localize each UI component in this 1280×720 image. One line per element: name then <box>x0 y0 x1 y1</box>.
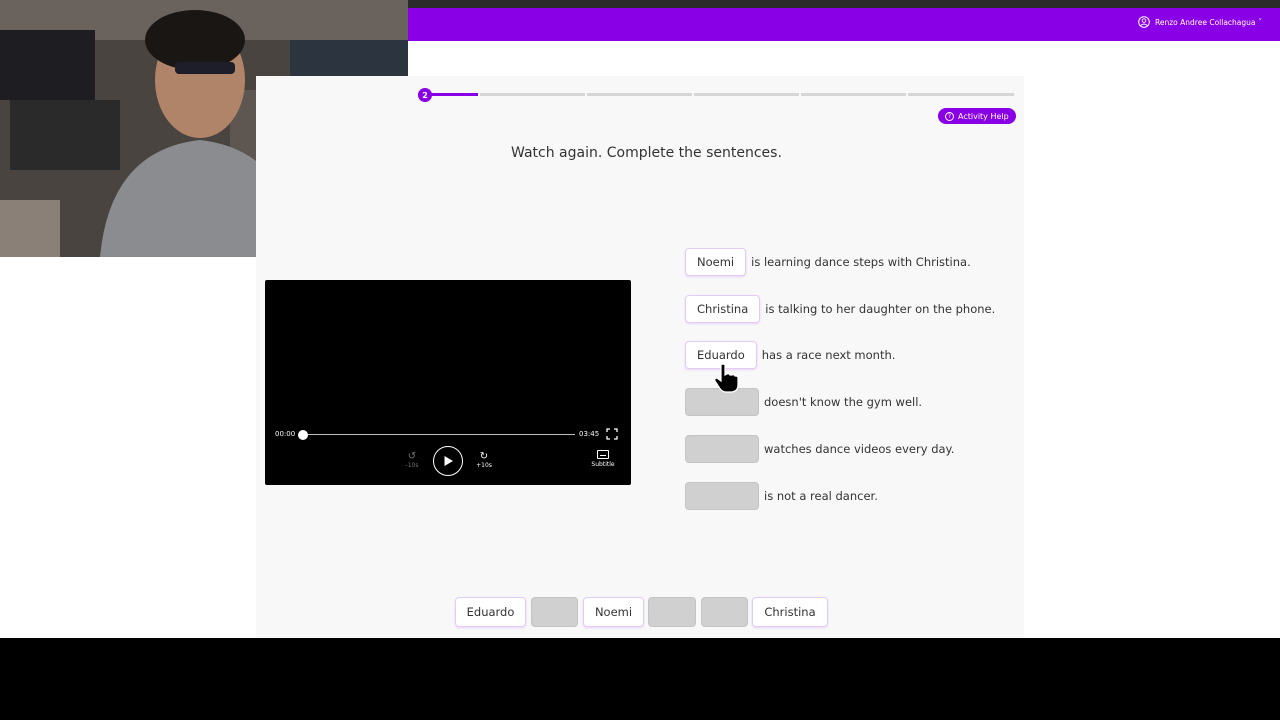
answer-drop-slot[interactable] <box>685 482 759 510</box>
subtitle-icon <box>597 450 609 459</box>
activity-help-button[interactable]: ? Activity Help <box>938 108 1016 124</box>
user-name: Renzo Andree Collachagua <box>1155 17 1256 27</box>
play-button[interactable] <box>433 446 463 476</box>
sentence-text: is talking to her daughter on the phone. <box>765 302 996 316</box>
progress-segment <box>587 93 692 96</box>
sentence-text: has a race next month. <box>761 348 896 362</box>
current-step-indicator: 2 <box>418 88 432 102</box>
answer-chip[interactable]: Christina <box>685 295 761 323</box>
progress-segment <box>908 93 1014 96</box>
forward-icon: ↻ <box>479 451 489 462</box>
hand-cursor-icon <box>714 363 739 393</box>
progress-segment <box>694 93 799 96</box>
fullscreen-icon[interactable] <box>606 428 618 440</box>
video-seek-handle[interactable] <box>298 430 308 440</box>
subtitle-label: Subtitle <box>591 461 615 468</box>
sentence-text: is not a real dancer. <box>764 489 878 503</box>
bottom-black-bar <box>0 638 1280 720</box>
activity-help-label: Activity Help <box>958 111 1009 121</box>
video-player[interactable]: 00:00 03:45 ↺ -10s ↻ +10s Subtitle <box>265 280 631 485</box>
word-bank-empty-slot <box>648 597 696 627</box>
answer-chip[interactable]: Noemi <box>685 248 747 276</box>
word-bank-chip[interactable]: Noemi <box>583 597 644 627</box>
sentence-text: is learning dance steps with Christina. <box>751 255 971 269</box>
forward-label: +10s <box>476 462 492 469</box>
activity-progress-bar: 2 <box>408 88 1016 102</box>
screen: Renzo Andree Collachagua ˅ 2 ? Activity … <box>0 0 1280 720</box>
chevron-down-icon: ˅ <box>1258 18 1263 26</box>
word-bank-empty-slot <box>531 597 578 627</box>
forward-10s-button[interactable]: ↻ +10s <box>474 451 494 470</box>
rewind-icon: ↺ <box>407 451 417 462</box>
user-menu[interactable]: Renzo Andree Collachagua ˅ <box>1138 16 1262 28</box>
sentence-row: watches dance videos every day. <box>685 435 954 463</box>
play-icon <box>444 456 453 466</box>
word-bank-empty-slot <box>701 597 748 627</box>
progress-segment <box>801 93 906 96</box>
sentence-row: is not a real dancer. <box>685 482 878 510</box>
rewind-label: -10s <box>405 462 419 469</box>
word-bank-chip[interactable]: Eduardo <box>455 597 526 627</box>
sentence-text: watches dance videos every day. <box>764 442 955 456</box>
word-bank-chip[interactable]: Christina <box>752 597 828 627</box>
sentence-row: Christina is talking to her daughter on … <box>685 295 995 323</box>
rewind-10s-button[interactable]: ↺ -10s <box>402 451 422 470</box>
video-current-time: 00:00 <box>275 430 296 438</box>
window-top-edge <box>408 0 1280 8</box>
top-navigation-bar: Renzo Andree Collachagua ˅ <box>408 8 1280 41</box>
video-duration: 03:45 <box>579 430 600 438</box>
sentence-row: Noemi is learning dance steps with Chris… <box>685 248 971 276</box>
subtitle-button[interactable]: Subtitle <box>590 450 616 468</box>
progress-segment <box>480 93 585 96</box>
sentence-text: doesn't know the gym well. <box>764 395 923 409</box>
instruction-text: Watch again. Complete the sentences. <box>511 145 782 161</box>
user-avatar-icon <box>1138 16 1150 28</box>
video-seek-bar[interactable] <box>303 434 575 435</box>
answer-drop-slot[interactable] <box>685 435 759 463</box>
help-icon: ? <box>945 111 954 121</box>
